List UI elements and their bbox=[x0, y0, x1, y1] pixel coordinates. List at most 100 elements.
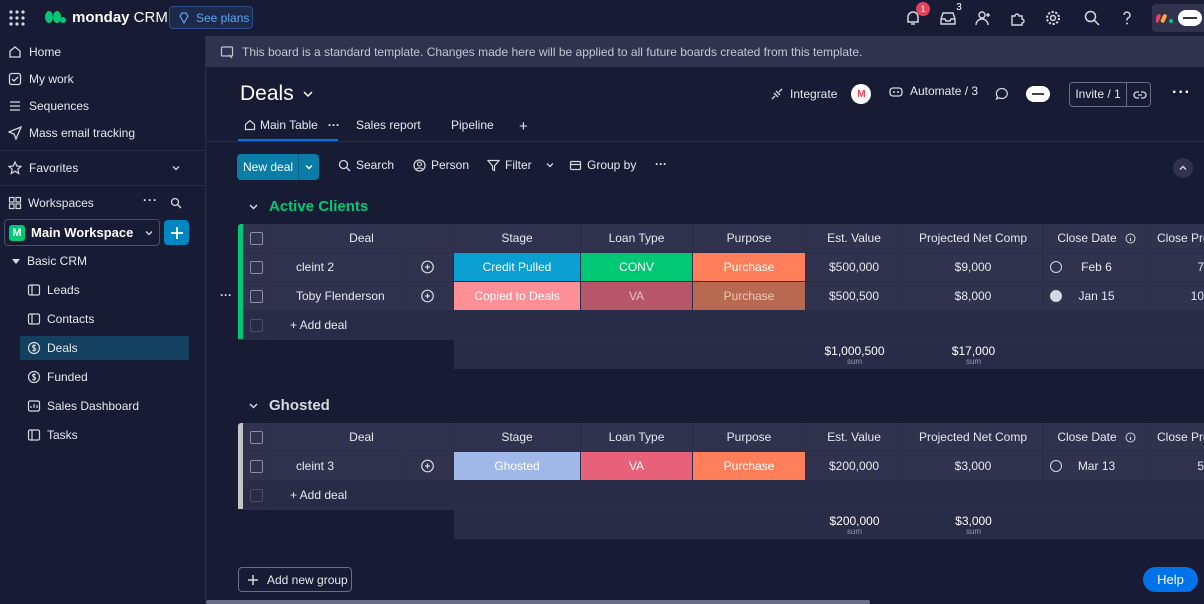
group-by-button[interactable]: Group by bbox=[569, 158, 636, 172]
tab-sales-report[interactable]: Sales report bbox=[356, 118, 421, 132]
select-all-cell[interactable] bbox=[243, 423, 270, 452]
sidebar-board-funded[interactable]: Funded bbox=[20, 366, 189, 388]
chevron-down-icon[interactable] bbox=[545, 160, 555, 170]
account-avatar[interactable] bbox=[1152, 4, 1204, 32]
column-header-loan-type[interactable]: Loan Type bbox=[581, 224, 693, 253]
column-header-close-date[interactable]: Close Date bbox=[1044, 224, 1150, 253]
purpose-status-cell[interactable]: Purchase bbox=[693, 282, 806, 311]
person-filter-button[interactable]: Person bbox=[413, 158, 469, 172]
date-status-circle[interactable] bbox=[1050, 460, 1062, 472]
est-value-cell[interactable]: $500,500 bbox=[806, 282, 903, 311]
apps-grid-icon[interactable] bbox=[8, 9, 26, 27]
column-header-close-probability[interactable]: Close Pro bbox=[1150, 423, 1204, 452]
search-icon[interactable] bbox=[1083, 9, 1101, 27]
tab-more-icon[interactable]: ··· bbox=[328, 118, 340, 132]
brand-name[interactable]: monday CRM bbox=[72, 9, 168, 26]
row-checkbox-cell[interactable] bbox=[243, 253, 270, 282]
add-update-icon[interactable] bbox=[420, 289, 435, 304]
workspaces-more-icon[interactable]: ··· bbox=[143, 193, 158, 207]
column-header-purpose[interactable]: Purpose bbox=[693, 224, 806, 253]
select-all-checkbox[interactable] bbox=[249, 231, 263, 245]
net-comp-sum[interactable]: $3,000 sum bbox=[903, 510, 1044, 539]
row-checkbox[interactable] bbox=[249, 459, 263, 473]
close-date-cell[interactable]: Feb 6 bbox=[1044, 253, 1150, 282]
purpose-status-cell[interactable]: Purchase bbox=[693, 452, 806, 481]
add-workspace-item-button[interactable] bbox=[164, 220, 189, 245]
add-deal-button[interactable]: + Add deal bbox=[270, 481, 1204, 510]
info-icon[interactable] bbox=[1125, 432, 1136, 443]
link-icon[interactable] bbox=[1133, 88, 1147, 102]
projected-net-comp-cell[interactable]: $3,000 bbox=[903, 452, 1044, 481]
stage-status-cell[interactable]: Copied to Deals bbox=[454, 282, 581, 311]
column-header-projected-net-comp[interactable]: Projected Net Comp bbox=[903, 224, 1044, 253]
loan-type-status-cell[interactable]: VA bbox=[581, 282, 693, 311]
add-update-icon[interactable] bbox=[420, 260, 435, 275]
column-header-loan-type[interactable]: Loan Type bbox=[581, 423, 693, 452]
collapse-header-button[interactable] bbox=[1173, 158, 1193, 178]
row-checkbox-cell[interactable] bbox=[243, 282, 270, 311]
apps-puzzle-icon[interactable] bbox=[1009, 9, 1027, 27]
horizontal-scrollbar[interactable] bbox=[206, 600, 870, 604]
column-header-deal[interactable]: Deal bbox=[270, 224, 454, 253]
net-comp-sum[interactable]: $17,000 sum bbox=[903, 340, 1044, 369]
est-value-cell[interactable]: $500,000 bbox=[806, 253, 903, 282]
sidebar-item-home[interactable]: Home bbox=[0, 41, 206, 63]
board-more-icon[interactable]: ··· bbox=[1172, 84, 1191, 102]
group-header-active-clients[interactable]: Active Clients bbox=[248, 198, 368, 215]
comment-icon[interactable] bbox=[995, 87, 1009, 101]
column-header-purpose[interactable]: Purpose bbox=[693, 423, 806, 452]
sidebar-item-mass-email-tracking[interactable]: Mass email tracking bbox=[0, 122, 206, 144]
column-header-projected-net-comp[interactable]: Projected Net Comp bbox=[903, 423, 1044, 452]
loan-type-status-cell[interactable]: CONV bbox=[581, 253, 693, 282]
toolbar-more-icon[interactable]: ··· bbox=[655, 157, 667, 171]
board-title[interactable]: Deals bbox=[240, 82, 314, 106]
sidebar-item-my-work[interactable]: My work bbox=[0, 68, 206, 90]
new-deal-button[interactable]: New deal bbox=[237, 154, 319, 180]
column-header-deal[interactable]: Deal bbox=[270, 423, 454, 452]
est-value-sum[interactable]: $200,000 sum bbox=[806, 510, 903, 539]
see-plans-button[interactable]: See plans bbox=[169, 6, 253, 29]
deal-name-cell[interactable]: cleint 3 bbox=[270, 452, 454, 481]
help-button[interactable]: Help bbox=[1143, 567, 1198, 592]
integrate-button[interactable]: Integrate M bbox=[770, 84, 872, 104]
est-value-sum[interactable]: $1,000,500 sum bbox=[806, 340, 903, 369]
sidebar-workspaces[interactable]: Workspaces ··· bbox=[0, 192, 206, 214]
sidebar-favorites[interactable]: Favorites bbox=[0, 157, 206, 179]
sidebar-board-tasks[interactable]: Tasks bbox=[20, 424, 189, 446]
date-done-circle[interactable] bbox=[1050, 290, 1062, 302]
close-probability-cell[interactable]: 10 bbox=[1150, 282, 1204, 311]
tab-pipeline[interactable]: Pipeline bbox=[451, 118, 494, 132]
sidebar-board-contacts[interactable]: Contacts bbox=[20, 308, 189, 330]
filter-button[interactable]: Filter bbox=[487, 158, 555, 172]
add-update-icon[interactable] bbox=[420, 459, 435, 474]
row-checkbox[interactable] bbox=[249, 289, 263, 303]
sidebar-board-sales-dashboard[interactable]: Sales Dashboard bbox=[20, 395, 189, 417]
board-members-avatar-icon[interactable] bbox=[1026, 85, 1050, 103]
column-header-close-probability[interactable]: Close Pro bbox=[1150, 224, 1204, 253]
add-new-group-button[interactable]: Add new group bbox=[238, 567, 352, 592]
stage-status-cell[interactable]: Ghosted bbox=[454, 452, 581, 481]
deal-name-cell[interactable]: Toby Flenderson bbox=[270, 282, 454, 311]
deal-name-cell[interactable]: cleint 2 bbox=[270, 253, 454, 282]
close-date-cell[interactable]: Jan 15 bbox=[1044, 282, 1150, 311]
select-all-checkbox[interactable] bbox=[249, 430, 263, 444]
est-value-cell[interactable]: $200,000 bbox=[806, 452, 903, 481]
column-header-est-value[interactable]: Est. Value bbox=[806, 423, 903, 452]
workspace-selector[interactable]: M Main Workspace bbox=[4, 219, 160, 246]
group-header-ghosted[interactable]: Ghosted bbox=[248, 397, 330, 414]
stage-status-cell[interactable]: Credit Pulled bbox=[454, 253, 581, 282]
sidebar-folder-basic-crm[interactable]: Basic CRM bbox=[0, 250, 206, 272]
automate-button[interactable]: Automate / 3 bbox=[888, 84, 978, 98]
column-header-close-date[interactable]: Close Date bbox=[1044, 423, 1150, 452]
chevron-down-icon[interactable] bbox=[248, 400, 259, 411]
chevron-down-icon[interactable] bbox=[304, 162, 314, 172]
close-probability-cell[interactable]: 5 bbox=[1150, 452, 1204, 481]
column-header-stage[interactable]: Stage bbox=[454, 423, 581, 452]
search-icon[interactable] bbox=[170, 197, 182, 209]
row-checkbox[interactable] bbox=[249, 260, 263, 274]
close-date-cell[interactable]: Mar 13 bbox=[1044, 452, 1150, 481]
settings-gear-icon[interactable] bbox=[1044, 9, 1062, 27]
sidebar-item-sequences[interactable]: Sequences bbox=[0, 95, 206, 117]
row-checkbox-cell[interactable] bbox=[243, 452, 270, 481]
close-probability-cell[interactable]: 7 bbox=[1150, 253, 1204, 282]
